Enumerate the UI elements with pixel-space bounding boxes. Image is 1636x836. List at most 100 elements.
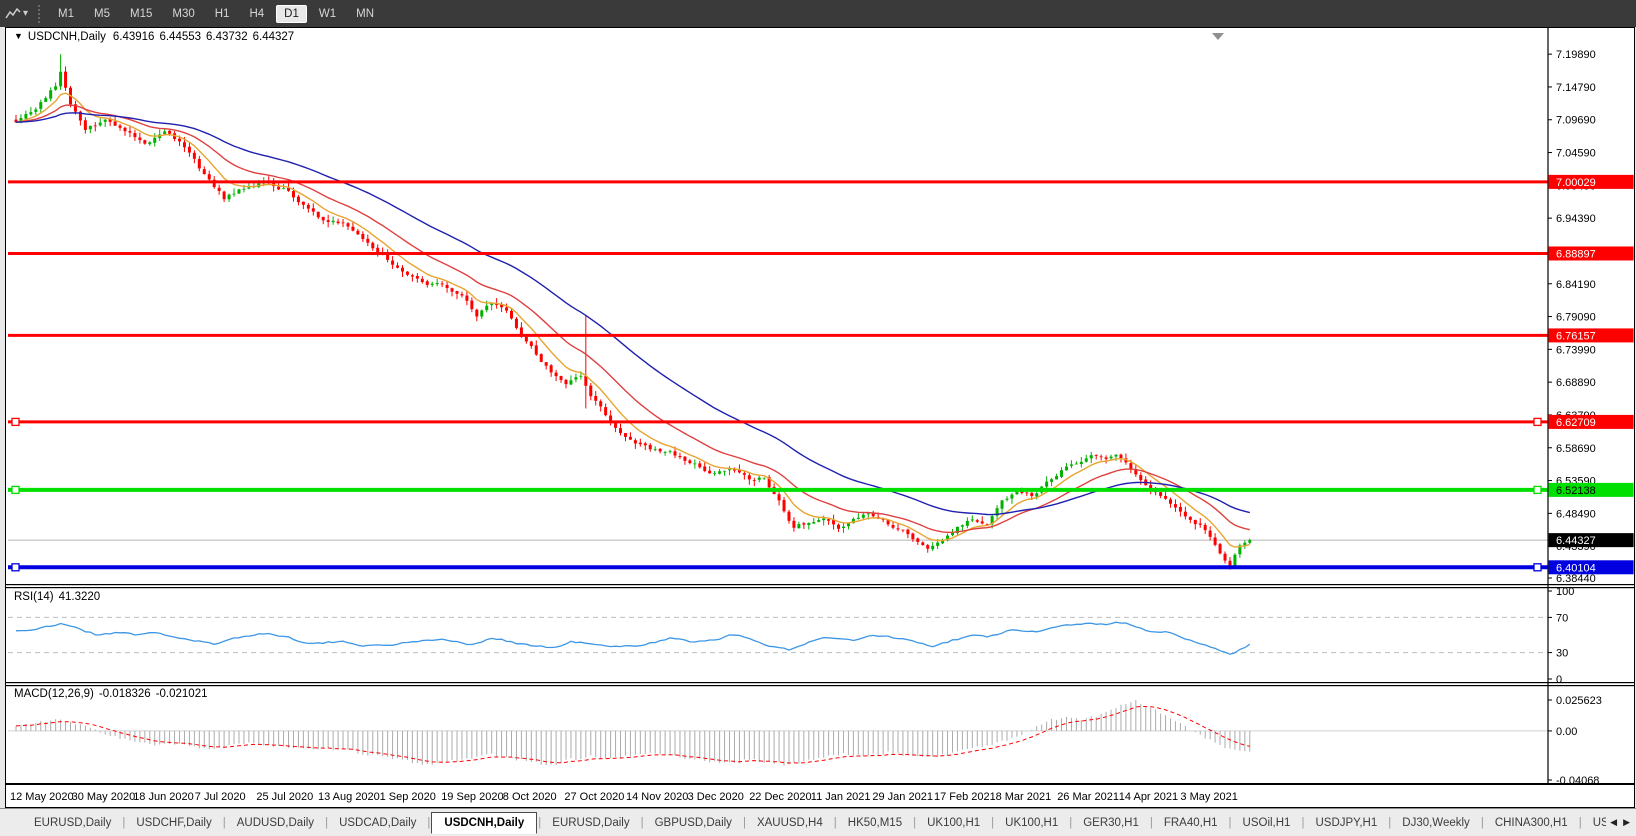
ma-line-mid [15,104,1250,533]
tab-scroll-right-icon[interactable]: ▶ [1623,817,1630,828]
symbol-tab-usdcad-daily[interactable]: USDCAD,Daily [329,812,426,834]
candle-body [688,460,692,464]
tab-scroll-left-icon[interactable]: ◀ [1610,817,1617,828]
line-handle[interactable] [1533,417,1542,427]
symbol-tab-hk50-m15[interactable]: HK50,M15 [838,812,912,834]
symbol-tab-audusd-daily[interactable]: AUDUSD,Daily [227,812,324,834]
ohlc-low: 6.43732 [206,31,248,43]
ma-line-slow [15,112,1250,516]
candle-body [1223,553,1227,561]
candle-body [1010,494,1014,499]
panel-separator[interactable] [6,685,1634,687]
candle-body [638,442,642,445]
candle-body [296,196,300,203]
chart-canvas[interactable]: 7.198907.147907.096907.045906.994906.943… [6,28,1634,807]
tab-separator: | [325,816,329,829]
candle-body [376,247,380,253]
rsi-value: 41.3220 [58,591,101,603]
chart-type-icon[interactable] [5,6,21,22]
timeframe-button-m1[interactable]: M1 [50,5,82,23]
candle-body [435,283,439,285]
candle-body [589,385,593,397]
timeframe-button-w1[interactable]: W1 [311,5,344,23]
candle-body [470,300,474,310]
candle-body [1248,540,1252,543]
tab-separator: | [1388,816,1392,829]
line-handle[interactable] [1533,485,1542,495]
macd-panel[interactable] [8,700,1548,766]
price-axis[interactable]: 7.198907.147907.096907.045906.994906.943… [1547,28,1634,787]
timeframe-button-d1[interactable]: D1 [276,4,307,23]
candle-body [88,125,92,130]
symbol-tab-eurusd-daily[interactable]: EURUSD,Daily [24,812,121,834]
date-axis[interactable]: 12 May 202030 May 202018 Jun 2020 7 Jul 2… [10,791,1238,803]
candle-body [896,528,900,530]
timeframe-button-h1[interactable]: H1 [207,5,238,23]
candle-body [326,220,330,222]
candle-body [703,466,707,471]
candle-body [460,294,464,296]
candle-body [168,130,172,134]
line-handle[interactable] [1533,563,1542,572]
rsi-panel[interactable] [8,616,1548,655]
candle-body [708,470,712,474]
symbol-tab-dj30-weekly[interactable]: DJ30,Weekly [1392,812,1480,834]
tab-separator: | [1069,816,1073,829]
candle-body [247,187,251,189]
timeframe-button-m15[interactable]: M15 [122,5,160,23]
candle-body [475,309,479,317]
main-price-panel[interactable] [8,33,1548,572]
chart-shift-marker[interactable] [1212,33,1224,40]
candle-body [1233,554,1237,567]
candle-body [1218,544,1222,554]
symbol-tab-usdchf-daily[interactable]: USDCHF,Daily [126,812,221,834]
candle-body [752,480,756,481]
symbol-tab-gbpusd-daily[interactable]: GBPUSD,Daily [645,812,742,834]
price-tick-label: 7.04590 [1556,148,1596,160]
candle-body [544,362,548,366]
candle-body [534,345,538,355]
symbol-tab-bar: EURUSD,Daily | USDCHF,Daily | AUDUSD,Daily | U… [0,808,1636,836]
price-tick-label: 7.14790 [1556,82,1596,94]
panel-separator[interactable] [6,587,1634,589]
candle-body [64,71,68,88]
candle-body [98,122,102,126]
price-tick-label: 6.38440 [1556,573,1596,585]
symbol-tab-usdcnh-daily[interactable]: USDCNH,Daily [431,811,538,834]
candle-body [1119,454,1123,459]
candle-body [782,499,786,512]
chart-type-dropdown-icon[interactable]: ▾ [23,8,28,19]
candle-body [678,456,682,458]
timeframe-button-mn[interactable]: MN [348,5,382,23]
symbol-tab-usdjpy-h1[interactable]: USDJPY,H1 [1305,812,1387,834]
symbol-tab-xauusd-h4[interactable]: XAUUSD,H4 [747,812,833,834]
date-label: 8 Mar 2021 [996,791,1052,803]
symbol-tab-usoil-h1[interactable]: USOil,H1 [1233,812,1301,834]
candle-body [841,526,845,529]
symbol-tab-ger30-h1[interactable]: GER30,H1 [1073,812,1149,834]
macd-indicator-label: MACD(12,26,9) -0.018326 -0.021021 [14,688,207,700]
line-handle[interactable] [11,563,20,572]
symbol-tab-fra40-h1[interactable]: FRA40,H1 [1154,812,1228,834]
candle-body [1064,466,1068,471]
timeframe-button-m30[interactable]: M30 [164,5,202,23]
candle-body [301,201,305,205]
macd-name: MACD(12,26,9) [14,688,94,700]
line-handle[interactable] [11,417,20,427]
panel-separator[interactable] [6,584,1634,586]
candle-body [1169,499,1173,504]
symbol-tab-eurusd-daily[interactable]: EURUSD,Daily [542,812,639,834]
timeframe-button-m5[interactable]: M5 [86,5,118,23]
line-price-label: 6.88897 [1556,248,1596,260]
toolbar-separator [38,4,41,23]
symbol-dropdown-icon[interactable]: ▼ [14,31,23,43]
symbol-tab-uk100-h1[interactable]: UK100,H1 [917,812,990,834]
candle-body [415,276,419,279]
symbol-tab-china300-h1[interactable]: CHINA300,H1 [1485,812,1578,834]
timeframe-button-h4[interactable]: H4 [241,5,272,23]
candle-body [837,524,841,529]
line-handle[interactable] [11,485,20,495]
candle-body [856,517,860,519]
panel-separator[interactable] [6,682,1634,684]
symbol-tab-uk100-h1[interactable]: UK100,H1 [995,812,1068,834]
